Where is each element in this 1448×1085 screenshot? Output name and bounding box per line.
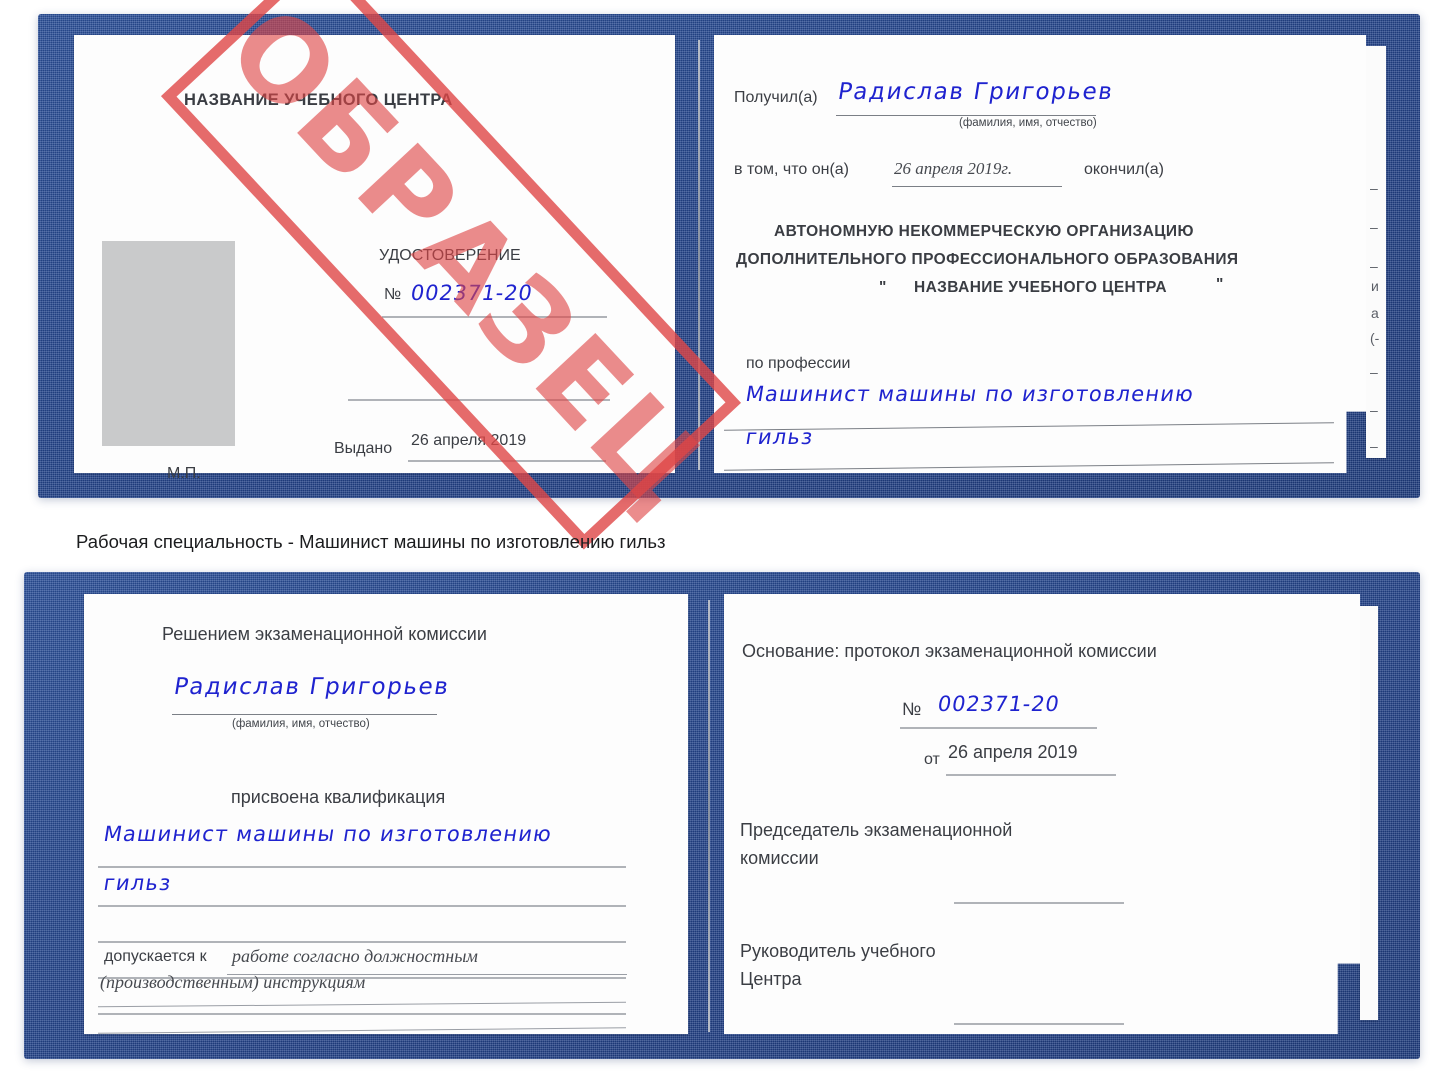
- protocol-number-symbol: №: [902, 699, 922, 719]
- certificate-bottom-left-page: Решением экзаменационной комиссии Радисл…: [84, 594, 688, 1034]
- page-caption: Рабочая специальность - Машинист машины …: [76, 531, 666, 552]
- qualification-rule-1: [98, 866, 626, 868]
- completion-clause-prefix: в том, что он(а): [734, 161, 849, 178]
- organization-line-3: НАЗВАНИЕ УЧЕБНОГО ЦЕНТРА: [914, 279, 1167, 296]
- edge-glyph: (-: [1370, 330, 1380, 346]
- edge-glyph: –: [1370, 364, 1378, 380]
- certificate-bottom-extra-page: [1360, 606, 1378, 1020]
- number-symbol: №: [384, 286, 402, 303]
- head-label-line-1: Руководитель учебного: [740, 941, 936, 961]
- protocol-number-value: 002371-20: [936, 692, 1062, 716]
- number-underline: [382, 316, 607, 318]
- profession-rule-1: [724, 422, 1334, 432]
- admitted-rule-2: [98, 1001, 626, 1008]
- completion-clause-suffix: окончил(а): [1084, 161, 1164, 178]
- certificate-top-extra-page: [1366, 46, 1386, 458]
- protocol-date-value: 26 апреля 2019: [948, 742, 1078, 762]
- edge-glyph: а: [1371, 305, 1379, 321]
- fio-hint: (фамилия, имя, отчество): [959, 117, 1097, 129]
- fio-hint: (фамилия, имя, отчество): [232, 718, 370, 730]
- edge-glyph: –: [1370, 219, 1378, 235]
- certificate-bottom-spine: [708, 600, 710, 1032]
- completion-date-value: 26 апреля 2019г.: [894, 159, 1013, 178]
- profession-value-line-1: Машинист машины по изготовлению: [744, 382, 1197, 406]
- edge-glyph: –: [1370, 402, 1378, 418]
- protocol-number-underline: [900, 727, 1097, 729]
- edge-glyph: –: [1370, 180, 1378, 196]
- certificate-bottom-right-page: Основание: протокол экзаменационной коми…: [724, 594, 1360, 1034]
- edge-glyph: –: [1370, 258, 1378, 274]
- certificate-top: НАЗВАНИЕ УЧЕБНОГО ЦЕНТРА УДОСТОВЕРЕНИЕ №…: [38, 0, 1420, 550]
- qualification-rule-2: [98, 905, 626, 907]
- admitted-rule-3: [98, 1027, 626, 1034]
- profession-value-line-2: гильз: [744, 425, 816, 449]
- seal-label: М.П.: [167, 465, 201, 482]
- received-label: Получил(а): [734, 89, 818, 106]
- issued-date-underline: [408, 460, 606, 462]
- admitted-label: допускается к: [104, 948, 207, 965]
- certificate-top-left-page: НАЗВАНИЕ УЧЕБНОГО ЦЕНТРА УДОСТОВЕРЕНИЕ №…: [74, 35, 675, 482]
- qualification-value-line-1: Машинист машины по изготовлению: [102, 822, 555, 846]
- blank-rule-1: [348, 399, 610, 401]
- protocol-date-underline: [946, 774, 1116, 776]
- graduate-name-underline: [172, 714, 437, 716]
- photo-placeholder: [102, 241, 235, 446]
- basis-label: Основание: протокол экзаменационной коми…: [742, 641, 1157, 661]
- qualification-rule-3: [98, 941, 626, 943]
- admitted-value-line-2: (производственным) инструкциям: [100, 972, 366, 992]
- received-name-value: Радислав Григорьев: [836, 79, 1116, 105]
- document-type-label: УДОСТОВЕРЕНИЕ: [379, 247, 521, 264]
- profession-rule-2: [724, 462, 1334, 472]
- chairman-label-line-1: Председатель экзаменационной: [740, 820, 1013, 840]
- chairman-signature-line: [954, 902, 1124, 904]
- issued-date-value: 26 апреля 2019: [411, 432, 527, 449]
- issued-label: Выдано: [334, 440, 393, 457]
- commission-decision-header: Решением экзаменационной комиссии: [162, 624, 487, 644]
- chairman-label-line-2: комиссии: [740, 848, 819, 868]
- admitted-value-line-1: работе согласно должностным: [232, 946, 478, 966]
- graduate-name-value: Радислав Григорьев: [172, 674, 452, 700]
- head-label-line-2: Центра: [740, 969, 802, 989]
- organization-quote-open: ": [879, 279, 887, 296]
- head-signature-line: [954, 1023, 1124, 1025]
- qualification-label: присвоена квалификация: [231, 787, 446, 807]
- certificate-top-right-page: Получил(а) Радислав Григорьев (фамилия, …: [714, 35, 1366, 473]
- completion-date-underline: [892, 186, 1062, 188]
- protocol-date-prefix: от: [924, 751, 940, 768]
- certificate-bottom: Решением экзаменационной комиссии Радисл…: [24, 572, 1420, 1059]
- organization-line-1: АВТОНОМНУЮ НЕКОММЕРЧЕСКУЮ ОРГАНИЗАЦИЮ: [774, 223, 1194, 240]
- edge-glyph: –: [1370, 438, 1378, 454]
- certificate-top-spine: [698, 40, 700, 470]
- certificate-number-value: 002371-20: [409, 281, 535, 305]
- qualification-rule-5: [98, 1013, 626, 1015]
- training-center-header: НАЗВАНИЕ УЧЕБНОГО ЦЕНТРА: [184, 91, 453, 109]
- edge-glyph: и: [1371, 278, 1379, 294]
- profession-label: по профессии: [746, 355, 851, 372]
- qualification-value-line-2: гильз: [102, 871, 174, 895]
- certificate-sample-page: НАЗВАНИЕ УЧЕБНОГО ЦЕНТРА УДОСТОВЕРЕНИЕ №…: [0, 0, 1448, 1085]
- organization-quote-close: ": [1216, 276, 1224, 293]
- organization-line-2: ДОПОЛНИТЕЛЬНОГО ПРОФЕССИОНАЛЬНОГО ОБРАЗО…: [736, 251, 1239, 268]
